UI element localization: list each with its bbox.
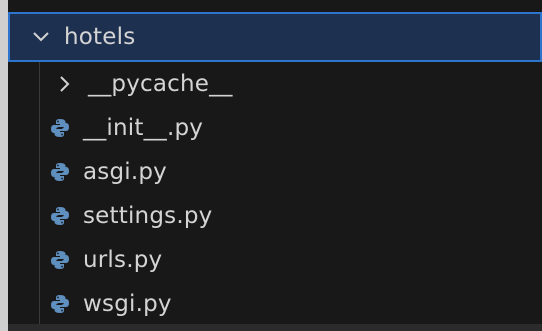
file-label: urls.py xyxy=(83,247,163,273)
file-row-settings[interactable]: settings.py xyxy=(8,194,542,238)
file-label: settings.py xyxy=(83,203,213,229)
python-icon xyxy=(49,205,71,227)
folder-row-hotels[interactable]: hotels xyxy=(8,12,542,62)
file-row-urls[interactable]: urls.py xyxy=(8,238,542,282)
file-label: asgi.py xyxy=(83,159,167,185)
bottom-edge-strip xyxy=(8,324,542,331)
top-edge-strip xyxy=(8,0,542,12)
file-row-wsgi[interactable]: wsgi.py xyxy=(8,282,542,326)
folder-label: hotels xyxy=(64,24,136,50)
file-row-init[interactable]: __init__.py xyxy=(8,106,542,150)
python-icon xyxy=(49,117,71,139)
file-label: __init__.py xyxy=(83,115,204,141)
python-icon xyxy=(49,161,71,183)
left-edge-strip xyxy=(0,0,8,331)
python-icon xyxy=(49,293,71,315)
chevron-right-icon[interactable] xyxy=(54,73,76,95)
python-icon xyxy=(49,249,71,271)
file-label: wsgi.py xyxy=(83,291,172,317)
file-explorer: hotels __pycache__ __init__.py asgi.py s… xyxy=(8,12,542,326)
window-frame: hotels __pycache__ __init__.py asgi.py s… xyxy=(0,0,542,331)
file-row-asgi[interactable]: asgi.py xyxy=(8,150,542,194)
subfolder-label: __pycache__ xyxy=(88,71,233,97)
chevron-down-icon[interactable] xyxy=(30,26,52,48)
folder-row-pycache[interactable]: __pycache__ xyxy=(8,62,542,106)
